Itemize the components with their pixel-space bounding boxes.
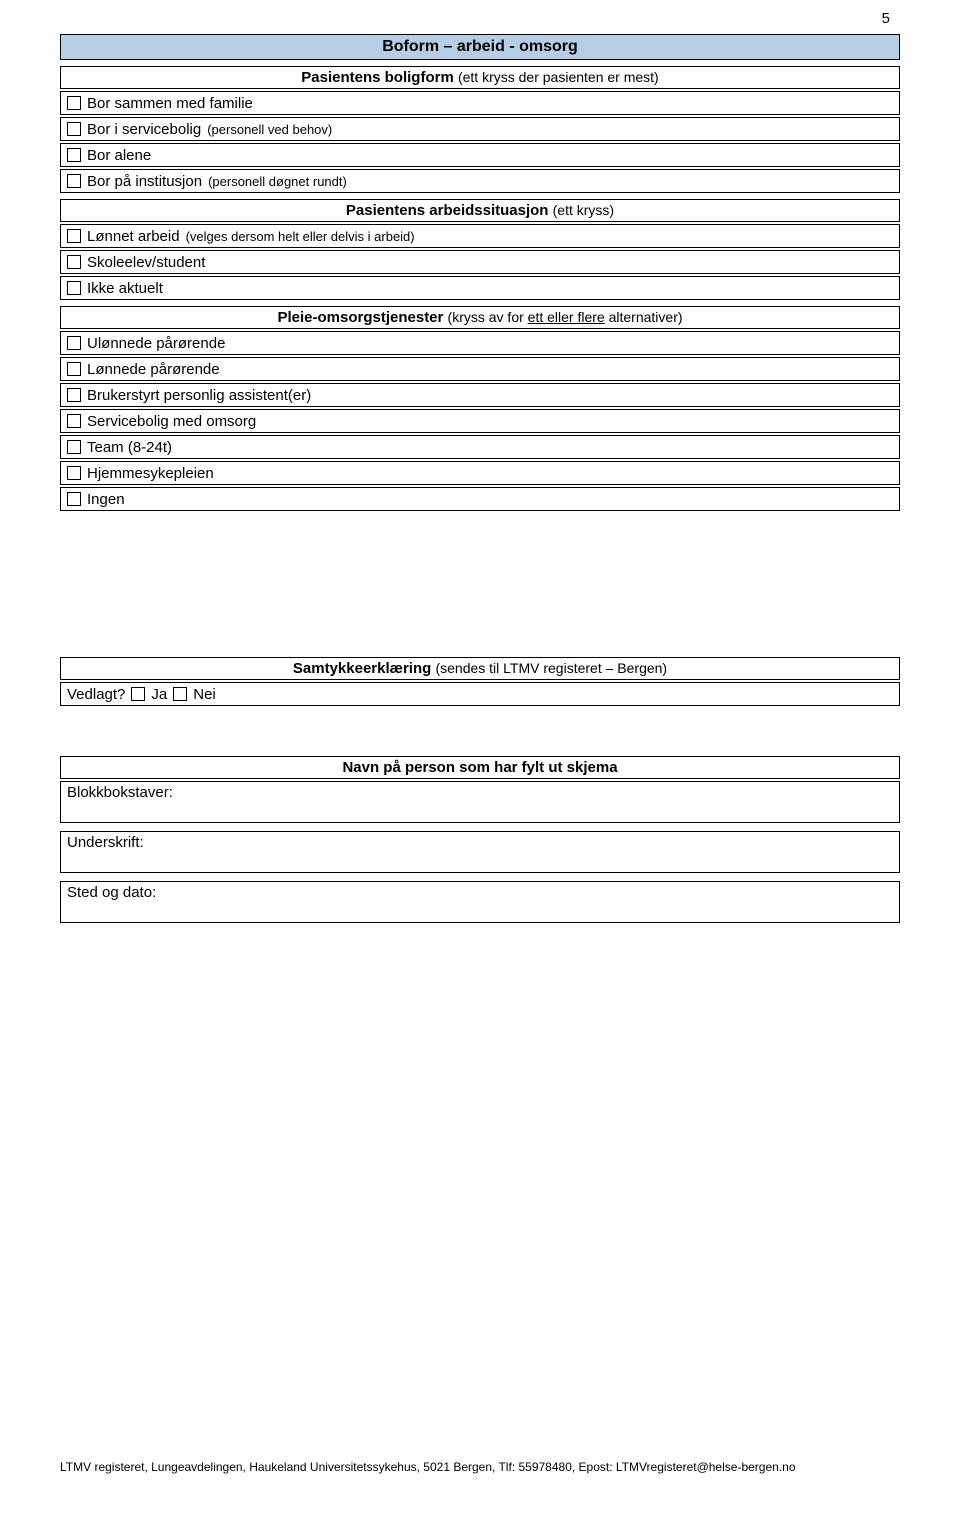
pleie-opt: Team (8-24t) — [60, 435, 900, 459]
spacer — [60, 706, 900, 750]
checkbox-icon[interactable] — [67, 122, 81, 136]
checkbox-icon[interactable] — [67, 174, 81, 188]
group-boligform-note: (ett kryss der pasienten er mest) — [458, 69, 659, 85]
underskrift-label: Underskrift: — [67, 834, 144, 851]
checkbox-icon[interactable] — [67, 414, 81, 428]
consent-row: Vedlagt? Ja Nei — [60, 682, 900, 706]
pleie-opt: Servicebolig med omsorg — [60, 409, 900, 433]
checkbox-icon[interactable] — [67, 388, 81, 402]
option-note: (personell ved behov) — [207, 122, 332, 137]
group-arbeid-title: Pasientens arbeidssituasjon — [346, 202, 549, 219]
group-boligform-header: Pasientens boligform (ett kryss der pasi… — [60, 66, 900, 89]
option-label: Brukerstyrt personlig assistent(er) — [87, 387, 311, 404]
blokkbokstaver-field[interactable]: Blokkbokstaver: — [60, 781, 900, 823]
checkbox-icon[interactable] — [67, 466, 81, 480]
boligform-opt: Bor alene — [60, 143, 900, 167]
option-note: (personell døgnet rundt) — [208, 174, 347, 189]
boligform-opt: Bor sammen med familie — [60, 91, 900, 115]
page-footer: LTMV registeret, Lungeavdelingen, Haukel… — [0, 1460, 960, 1486]
group-consent-title: Samtykkeerklæring — [293, 660, 431, 677]
pleie-opt: Hjemmesykepleien — [60, 461, 900, 485]
boligform-opt: Bor i servicebolig (personell ved behov) — [60, 117, 900, 141]
group-boligform-title: Pasientens boligform — [301, 69, 454, 86]
section-boform-header: Boform – arbeid - omsorg — [60, 34, 900, 60]
checkbox-icon[interactable] — [67, 336, 81, 350]
pleie-opt: Lønnede pårørende — [60, 357, 900, 381]
option-label: Ulønnede pårørende — [87, 335, 225, 352]
checkbox-icon[interactable] — [67, 440, 81, 454]
option-label: Lønnede pårørende — [87, 361, 220, 378]
group-pleie-header: Pleie-omsorgstjenester (kryss av for ett… — [60, 306, 900, 329]
pleie-opt: Brukerstyrt personlig assistent(er) — [60, 383, 900, 407]
arbeid-opt: Lønnet arbeid (velges dersom helt eller … — [60, 224, 900, 248]
boligform-opt: Bor på institusjon (personell døgnet run… — [60, 169, 900, 193]
page: 5 Boform – arbeid - omsorg Pasientens bo… — [0, 0, 960, 1460]
option-label: Hjemmesykepleien — [87, 465, 214, 482]
checkbox-icon[interactable] — [67, 362, 81, 376]
option-label: Team (8-24t) — [87, 439, 172, 456]
consent-nei-label: Nei — [193, 686, 216, 703]
group-arbeid-header: Pasientens arbeidssituasjon (ett kryss) — [60, 199, 900, 222]
option-label: Bor i servicebolig — [87, 121, 201, 138]
pleie-opt: Ulønnede pårørende — [60, 331, 900, 355]
group-pleie-title: Pleie-omsorgstjenester — [277, 309, 443, 326]
checkbox-icon[interactable] — [67, 255, 81, 269]
page-number: 5 — [882, 10, 890, 27]
option-label: Skoleelev/student — [87, 254, 205, 271]
sted-dato-label: Sted og dato: — [67, 884, 156, 901]
group-consent-header: Samtykkeerklæring (sendes til LTMV regis… — [60, 657, 900, 680]
group-pleie-note: (kryss av for ett eller flere alternativ… — [448, 309, 683, 325]
option-label: Ikke aktuelt — [87, 280, 163, 297]
option-label: Servicebolig med omsorg — [87, 413, 256, 430]
checkbox-icon[interactable] — [67, 96, 81, 110]
option-label: Bor sammen med familie — [87, 95, 253, 112]
checkbox-icon[interactable] — [67, 492, 81, 506]
option-label: Lønnet arbeid — [87, 228, 180, 245]
option-label: Ingen — [87, 491, 125, 508]
checkbox-icon[interactable] — [173, 687, 187, 701]
option-label: Bor på institusjon — [87, 173, 202, 190]
consent-ja-label: Ja — [151, 686, 167, 703]
group-sign-header: Navn på person som har fylt ut skjema — [60, 756, 900, 779]
underskrift-field[interactable]: Underskrift: — [60, 831, 900, 873]
checkbox-icon[interactable] — [67, 281, 81, 295]
checkbox-icon[interactable] — [67, 229, 81, 243]
option-note: (velges dersom helt eller delvis i arbei… — [186, 229, 415, 244]
group-consent-note: (sendes til LTMV registeret – Bergen) — [435, 660, 667, 676]
arbeid-opt: Skoleelev/student — [60, 250, 900, 274]
spacer — [60, 511, 900, 651]
blokkbokstaver-label: Blokkbokstaver: — [67, 784, 173, 801]
arbeid-opt: Ikke aktuelt — [60, 276, 900, 300]
pleie-opt: Ingen — [60, 487, 900, 511]
option-label: Bor alene — [87, 147, 151, 164]
group-sign-title: Navn på person som har fylt ut skjema — [342, 759, 617, 776]
consent-vedlagt-label: Vedlagt? — [67, 686, 125, 703]
sted-dato-field[interactable]: Sted og dato: — [60, 881, 900, 923]
group-arbeid-note: (ett kryss) — [553, 202, 614, 218]
checkbox-icon[interactable] — [131, 687, 145, 701]
checkbox-icon[interactable] — [67, 148, 81, 162]
